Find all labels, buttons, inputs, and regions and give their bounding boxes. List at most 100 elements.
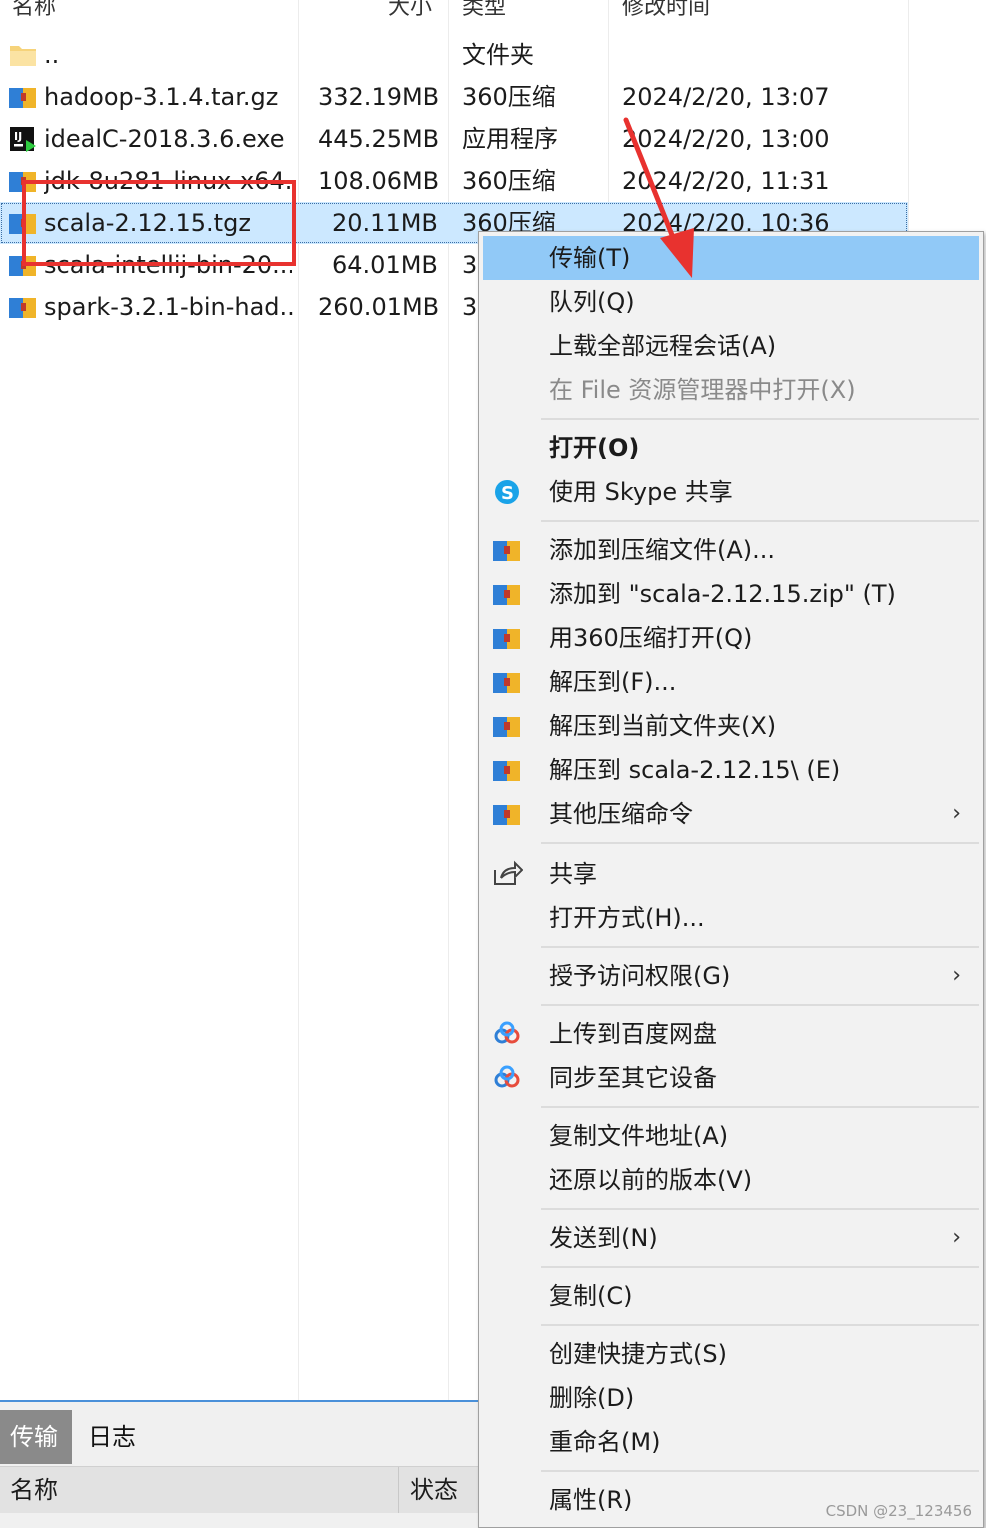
- tab-log[interactable]: 日志: [78, 1410, 146, 1464]
- menu-item-label: 其他压缩命令: [549, 800, 693, 828]
- menu-separator: [541, 1004, 979, 1006]
- watermark: CSDN @23_123456: [825, 1502, 972, 1520]
- menu-item-label: 在 File 资源管理器中打开(X): [549, 376, 856, 404]
- menu-item-label: 上载全部远程会话(A): [549, 332, 777, 360]
- menu-item-extract-to-folder[interactable]: 解压到 scala-2.12.15\ (E): [483, 748, 979, 792]
- menu-item-label: 上传到百度网盘: [549, 1020, 717, 1048]
- submenu-arrow-icon: ›: [952, 801, 961, 826]
- svg-text:IJ: IJ: [14, 130, 22, 143]
- intellij-icon: IJ: [10, 127, 36, 152]
- archive-icon: [493, 761, 520, 781]
- menu-item-add-to-zip[interactable]: 添加到 "scala-2.12.15.zip" (T): [483, 572, 979, 616]
- annotation-arrow-icon: [623, 117, 694, 278]
- file-name: spark-3.2.1-bin-had...: [44, 293, 296, 321]
- column-header-status[interactable]: 状态: [410, 1467, 458, 1513]
- menu-item-label: 还原以前的版本(V): [549, 1166, 753, 1194]
- menu-item-send-to[interactable]: 发送到(N) ›: [483, 1216, 979, 1260]
- menu-item-label: 复制文件地址(A): [549, 1122, 729, 1150]
- menu-item-label: 复制(C): [549, 1282, 633, 1310]
- menu-item-sync-devices[interactable]: 同步至其它设备: [483, 1056, 979, 1100]
- file-type: 360压缩: [462, 83, 556, 111]
- menu-item-label: 解压到 scala-2.12.15\ (E): [549, 756, 841, 784]
- svg-text:S: S: [501, 483, 514, 504]
- menu-separator: [541, 520, 979, 522]
- menu-item-label: 共享: [549, 860, 597, 888]
- archive-icon: [493, 673, 520, 693]
- list-item[interactable]: IJ idealC-2018.3.6.exe 445.25MB 应用程序 202…: [0, 118, 908, 160]
- column-header-type[interactable]: 类型: [462, 0, 506, 24]
- menu-separator: [541, 1470, 979, 1472]
- menu-item-other-compress[interactable]: 其他压缩命令 ›: [483, 792, 979, 836]
- menu-item-label: 打开(O): [549, 434, 640, 462]
- column-header-size[interactable]: 大小: [388, 0, 432, 24]
- file-size: 64.01MB: [332, 251, 438, 279]
- archive-icon: [493, 717, 520, 737]
- file-type: 应用程序: [462, 125, 558, 153]
- menu-item-extract-here[interactable]: 解压到当前文件夹(X): [483, 704, 979, 748]
- tab-transfer[interactable]: 传输: [0, 1410, 72, 1464]
- menu-item-open-with[interactable]: 打开方式(H)...: [483, 896, 979, 940]
- file-type: 3: [462, 293, 478, 321]
- file-size: 260.01MB: [318, 293, 440, 321]
- menu-item-label: 删除(D): [549, 1384, 635, 1412]
- file-size: 108.06MB: [318, 167, 440, 195]
- archive-icon: [9, 88, 36, 108]
- menu-item-upload-all[interactable]: 上载全部远程会话(A): [483, 324, 979, 368]
- context-menu: 传输(T) 队列(Q) 上载全部远程会话(A) 在 File 资源管理器中打开(…: [478, 231, 984, 1528]
- folder-icon: [10, 46, 36, 66]
- menu-item-delete[interactable]: 删除(D): [483, 1376, 979, 1420]
- archive-icon: [493, 541, 520, 561]
- menu-item-restore-versions[interactable]: 还原以前的版本(V): [483, 1158, 979, 1202]
- menu-item-label: 打开方式(H)...: [549, 904, 705, 932]
- menu-item-share[interactable]: 共享: [483, 852, 979, 896]
- list-item[interactable]: .. 文件夹: [0, 34, 908, 76]
- file-name: idealC-2018.3.6.exe: [44, 125, 285, 153]
- file-type: 文件夹: [462, 41, 534, 69]
- column-header-name[interactable]: 名称: [10, 1467, 58, 1513]
- menu-item-copy-path[interactable]: 复制文件地址(A): [483, 1114, 979, 1158]
- menu-item-extract-to[interactable]: 解压到(F)...: [483, 660, 979, 704]
- archive-icon: [493, 629, 520, 649]
- archive-icon: [493, 585, 520, 605]
- skype-icon: S: [495, 480, 519, 504]
- archive-icon: [9, 298, 36, 318]
- menu-item-label: 授予访问权限(G): [549, 962, 731, 990]
- column-header-modified[interactable]: 修改时间: [622, 0, 710, 24]
- archive-icon: [493, 805, 520, 825]
- menu-item-label: 创建快捷方式(S): [549, 1340, 727, 1368]
- menu-item-label: 添加到 "scala-2.12.15.zip" (T): [549, 580, 896, 608]
- baidu-netdisk-icon: [494, 1065, 520, 1088]
- menu-item-queue[interactable]: 队列(Q): [483, 280, 979, 324]
- menu-item-label: 解压到当前文件夹(X): [549, 712, 777, 740]
- menu-item-grant-access[interactable]: 授予访问权限(G) ›: [483, 954, 979, 998]
- column-divider: [398, 1467, 399, 1513]
- file-type: 360压缩: [462, 167, 556, 195]
- menu-separator: [541, 418, 979, 420]
- menu-item-label: 同步至其它设备: [549, 1064, 717, 1092]
- file-size: 332.19MB: [318, 83, 440, 111]
- menu-separator: [541, 1106, 979, 1108]
- file-size: 20.11MB: [332, 209, 438, 237]
- menu-item-open-with-360[interactable]: 用360压缩打开(Q): [483, 616, 979, 660]
- file-type: 3: [462, 251, 478, 279]
- menu-item-label: 重命名(M): [549, 1428, 661, 1456]
- menu-item-rename[interactable]: 重命名(M): [483, 1420, 979, 1464]
- share-icon: [494, 860, 523, 885]
- list-item[interactable]: hadoop-3.1.4.tar.gz 332.19MB 360压缩 2024/…: [0, 76, 908, 118]
- menu-item-label: 使用 Skype 共享: [549, 478, 733, 506]
- menu-item-open[interactable]: 打开(O): [483, 426, 979, 470]
- menu-item-label: 属性(R): [549, 1486, 633, 1514]
- file-name: hadoop-3.1.4.tar.gz: [44, 83, 279, 111]
- menu-item-create-shortcut[interactable]: 创建快捷方式(S): [483, 1332, 979, 1376]
- menu-item-transfer[interactable]: 传输(T): [483, 236, 979, 280]
- annotation-highlight-box: [22, 180, 296, 266]
- menu-item-label: 发送到(N): [549, 1224, 658, 1252]
- menu-separator: [541, 1266, 979, 1268]
- menu-item-skype-share[interactable]: S 使用 Skype 共享: [483, 470, 979, 514]
- transfer-list-header: 名称 状态: [0, 1466, 480, 1513]
- menu-item-add-to-archive[interactable]: 添加到压缩文件(A)...: [483, 528, 979, 572]
- menu-item-upload-baidu[interactable]: 上传到百度网盘: [483, 1012, 979, 1056]
- menu-separator: [541, 946, 979, 948]
- menu-item-copy[interactable]: 复制(C): [483, 1274, 979, 1318]
- column-header-name[interactable]: 名称: [12, 0, 56, 24]
